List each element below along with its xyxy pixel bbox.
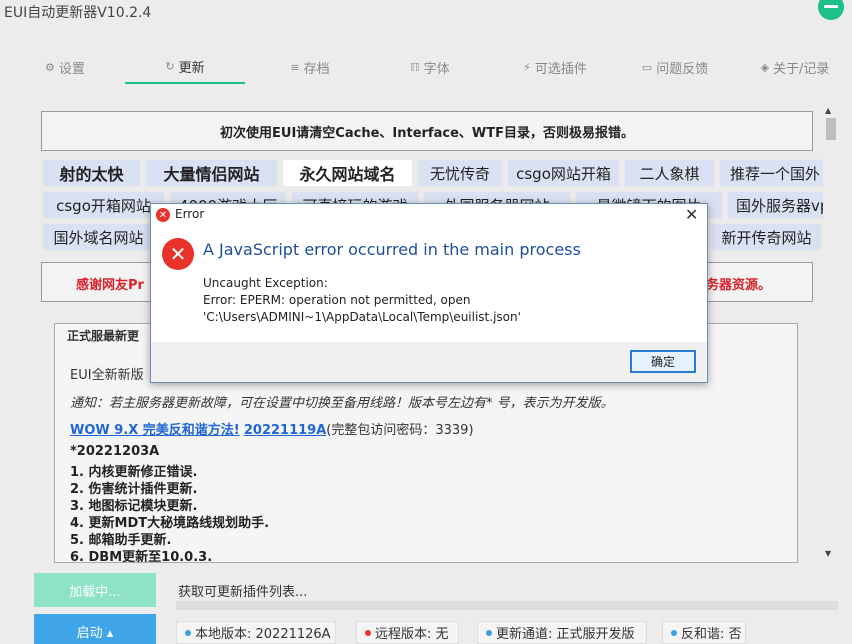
error-icon: ✕ bbox=[156, 208, 170, 222]
progress-bar bbox=[176, 601, 838, 610]
loading-button[interactable]: 加载中... bbox=[34, 573, 156, 607]
chip-text: 更新通道: 正式服开发版 bbox=[496, 627, 635, 642]
tab-update[interactable]: ↻ 更新 bbox=[125, 50, 245, 84]
refresh-icon: ↻ bbox=[165, 59, 175, 73]
error-dialog: ✕ Error ✕ ✕ A JavaScript error occurred … bbox=[150, 203, 708, 383]
plug-icon: ⚡ bbox=[523, 60, 531, 74]
link-button[interactable]: 永久网站域名 bbox=[281, 158, 414, 188]
close-icon[interactable]: ✕ bbox=[685, 205, 698, 224]
font-icon: ℿ bbox=[410, 60, 420, 74]
database-icon: ≡ bbox=[290, 60, 300, 74]
minimize-button[interactable] bbox=[818, 0, 844, 20]
dialog-message: Uncaught Exception: bbox=[203, 276, 328, 290]
status-dot-icon bbox=[486, 629, 492, 636]
thanks-text-right: 务器资源。 bbox=[706, 278, 772, 293]
tab-label: 设置 bbox=[58, 61, 85, 77]
status-dot-icon bbox=[185, 629, 191, 636]
shield-icon: ◈ bbox=[760, 60, 770, 74]
chip-text: 本地版本: 20221126A bbox=[195, 627, 331, 642]
tab-label: 关于/记录 bbox=[773, 61, 830, 77]
link-button[interactable]: 大量情侣网站 bbox=[144, 158, 279, 188]
tab-label: 可选插件 bbox=[534, 61, 587, 77]
chip-text: 反和谐: 否 bbox=[681, 627, 742, 642]
version-heading: *20221203A bbox=[70, 444, 160, 459]
vertical-scrollbar[interactable]: ▲ ▼ bbox=[823, 104, 837, 562]
link-button[interactable]: csgo开箱网站 bbox=[41, 190, 166, 220]
thanks-text-left: 感谢网友Pr bbox=[76, 278, 144, 293]
link-button[interactable]: 二人象棋 bbox=[623, 158, 716, 188]
status-chip-anti-harmony: 反和谐: 否 bbox=[662, 621, 746, 644]
status-chip-remote-version: 远程版本: 无 bbox=[356, 621, 459, 644]
status-dot-icon bbox=[365, 629, 371, 636]
dialog-heading: A JavaScript error occurred in the main … bbox=[203, 240, 581, 259]
app-title: EUI自动更新器V10.2.4 bbox=[4, 5, 152, 21]
tab-optional-plugins[interactable]: ⚡ 可选插件 bbox=[500, 50, 610, 84]
link-row: 射的太快 大量情侣网站 永久网站域名 无忧传奇 csgo网站开箱 二人象棋 推荐… bbox=[41, 158, 823, 188]
link-button[interactable]: 国外服务器vps bbox=[726, 190, 823, 220]
tab-label: 字体 bbox=[423, 61, 450, 77]
dialog-title: Error bbox=[175, 207, 205, 221]
password-note: (完整包访问密码：3339) bbox=[326, 423, 474, 438]
tab-about[interactable]: ◈ 关于/记录 bbox=[745, 50, 845, 84]
gear-icon: ⚙ bbox=[45, 60, 55, 74]
status-chip-channel: 更新通道: 正式服开发版 bbox=[477, 621, 647, 644]
title-bar: EUI自动更新器V10.2.4 bbox=[0, 0, 852, 36]
tab-archive[interactable]: ≡ 存档 bbox=[260, 50, 360, 84]
dialog-message: Error: EPERM: operation not permitted, o… bbox=[203, 293, 471, 307]
notice-banner: 初次使用EUI请清空Cache、Interface、WTF目录，否则极易报错。 bbox=[41, 111, 813, 151]
status-text: 获取可更新插件列表... bbox=[178, 585, 308, 600]
dialog-message: 'C:\Users\ADMINI~1\AppData\Local\Temp\eu… bbox=[203, 310, 521, 324]
link-button[interactable]: 射的太快 bbox=[41, 158, 142, 188]
update-notice: 通知：若主服务器更新故障，可在设置中切换至备用线路！版本号左边有* 号，表示为开… bbox=[70, 396, 614, 411]
error-icon: ✕ bbox=[162, 238, 194, 270]
changelog-item: 6. DBM更新至10.0.3. bbox=[70, 550, 213, 563]
link-button[interactable]: 国外域名网站 bbox=[41, 222, 156, 252]
chip-text: 远程版本: 无 bbox=[375, 627, 449, 642]
version-link[interactable]: 20221119A bbox=[244, 423, 326, 438]
ok-button[interactable]: 确定 bbox=[630, 350, 696, 373]
link-button[interactable]: 推荐一个国外 bbox=[718, 158, 823, 188]
status-chip-local-version: 本地版本: 20221126A bbox=[176, 621, 336, 644]
tab-feedback[interactable]: ▭ 问题反馈 bbox=[625, 50, 725, 84]
dialog-footer: 确定 bbox=[151, 342, 707, 382]
scroll-up-arrow-icon[interactable]: ▲ bbox=[825, 106, 831, 115]
tab-font[interactable]: ℿ 字体 bbox=[380, 50, 480, 84]
scroll-thumb[interactable] bbox=[826, 118, 836, 140]
tab-settings[interactable]: ⚙ 设置 bbox=[20, 50, 110, 84]
scroll-down-arrow-icon[interactable]: ▼ bbox=[825, 549, 831, 558]
anti-harmony-link[interactable]: WOW 9.X 完美反和谐方法! bbox=[70, 423, 240, 438]
tab-label: 更新 bbox=[178, 60, 205, 76]
changelog-intro: EUI全新新版 bbox=[70, 368, 144, 383]
tab-label: 存档 bbox=[303, 61, 330, 77]
comment-icon: ▭ bbox=[641, 60, 653, 74]
link-button[interactable]: 新开传奇网站 bbox=[710, 222, 823, 252]
link-button[interactable]: 无忧传奇 bbox=[416, 158, 504, 188]
start-button[interactable]: 启动 ▴ bbox=[34, 614, 156, 644]
tab-label: 问题反馈 bbox=[656, 61, 709, 77]
link-button[interactable]: csgo网站开箱 bbox=[506, 158, 621, 188]
status-dot-icon bbox=[671, 629, 677, 636]
tab-bar: ⚙ 设置 ↻ 更新 ≡ 存档 ℿ 字体 ⚡ 可选插件 ▭ 问题反馈 ◈ 关于/记… bbox=[0, 50, 852, 84]
anti-harmony-line: WOW 9.X 完美反和谐方法! 20221119A(完整包访问密码：3339) bbox=[70, 419, 474, 438]
changelog-legend: 正式服最新更 bbox=[67, 329, 140, 343]
